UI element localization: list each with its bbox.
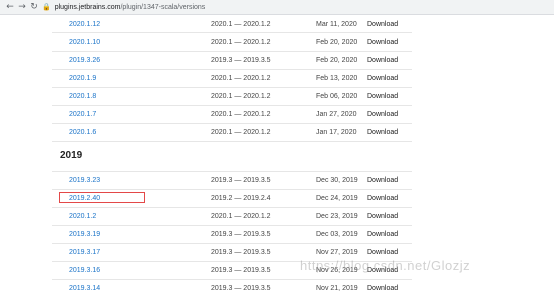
table-row: 2020.1.2 2020.1 — 2020.1.2 Dec 23, 2019 … [52,208,412,225]
version-link[interactable]: 2019.3.14 [69,280,100,297]
release-date: Jan 17, 2020 [316,129,357,136]
version-link[interactable]: 2019.3.26 [69,52,100,69]
download-button[interactable]: Download [367,16,398,33]
section-heading-2019: 2019 [60,150,83,161]
address-bar[interactable]: 🔒 plugins.jetbrains.com/plugin/1347-scala… [42,1,492,13]
highlight-box [59,192,145,203]
compatibility-range: 2019.3 — 2019.3.5 [211,231,271,238]
compatibility-range: 2019.2 — 2019.2.4 [211,195,271,202]
version-link[interactable]: 2020.1.2 [69,208,96,225]
forward-icon[interactable]: → [16,1,28,13]
download-button[interactable]: Download [367,226,398,243]
table-row: 2019.3.26 2019.3 — 2019.3.5 Feb 20, 2020… [52,52,412,69]
version-link[interactable]: 2020.1.7 [69,106,96,123]
download-button[interactable]: Download [367,208,398,225]
release-date: Dec 30, 2019 [316,177,358,184]
download-button[interactable]: Download [367,190,398,207]
row-divider [52,141,412,142]
version-link[interactable]: 2020.1.6 [69,124,96,141]
version-link[interactable]: 2020.1.9 [69,70,96,87]
download-button[interactable]: Download [367,70,398,87]
compatibility-range: 2020.1 — 2020.1.2 [211,111,271,118]
browser-toolbar: ← → ↻ 🔒 plugins.jetbrains.com/plugin/1347… [0,0,554,15]
reload-icon[interactable]: ↻ [28,1,40,13]
compatibility-range: 2019.3 — 2019.3.5 [211,285,271,292]
version-link[interactable]: 2019.3.17 [69,244,100,261]
release-date: Dec 03, 2019 [316,231,358,238]
compatibility-range: 2020.1 — 2020.1.2 [211,213,271,220]
compatibility-range: 2020.1 — 2020.1.2 [211,93,271,100]
compatibility-range: 2019.3 — 2019.3.5 [211,57,271,64]
release-date: Feb 20, 2020 [316,57,358,64]
table-row: 2019.3.23 2019.3 — 2019.3.5 Dec 30, 2019… [52,172,412,189]
version-link[interactable]: 2019.3.16 [69,262,100,279]
download-button[interactable]: Download [367,88,398,105]
release-date: Dec 23, 2019 [316,213,358,220]
download-button[interactable]: Download [367,280,398,297]
watermark-text: https://blog.csdn.net/Glozjz [300,258,471,273]
table-row: 2020.1.10 2020.1 — 2020.1.2 Feb 20, 2020… [52,34,412,51]
table-row: 2020.1.9 2020.1 — 2020.1.2 Feb 13, 2020 … [52,70,412,87]
url-path: /plugin/1347-scala/versions [120,4,206,11]
release-date: Nov 21, 2019 [316,285,358,292]
table-row: 2019.3.19 2019.3 — 2019.3.5 Dec 03, 2019… [52,226,412,243]
table-row: 2019.3.14 2019.3 — 2019.3.5 Nov 21, 2019… [52,280,412,297]
table-row: 2020.1.12 2020.1 — 2020.1.2 Mar 11, 2020… [52,16,412,33]
release-date: Feb 13, 2020 [316,75,358,82]
release-date: Jan 27, 2020 [316,111,357,118]
compatibility-range: 2020.1 — 2020.1.2 [211,75,271,82]
compatibility-range: 2020.1 — 2020.1.2 [211,129,271,136]
release-date: Dec 24, 2019 [316,195,358,202]
compatibility-range: 2019.3 — 2019.3.5 [211,249,271,256]
compatibility-range: 2020.1 — 2020.1.2 [211,39,271,46]
download-button[interactable]: Download [367,172,398,189]
download-button[interactable]: Download [367,124,398,141]
table-row: 2020.1.8 2020.1 — 2020.1.2 Feb 06, 2020 … [52,88,412,105]
version-link[interactable]: 2020.1.12 [69,16,100,33]
lock-icon: 🔒 [42,3,51,11]
version-link[interactable]: 2019.3.23 [69,172,100,189]
compatibility-range: 2020.1 — 2020.1.2 [211,21,271,28]
url-domain: plugins.jetbrains.com [54,4,121,11]
release-date: Feb 20, 2020 [316,39,358,46]
version-link[interactable]: 2019.3.19 [69,226,100,243]
version-link[interactable]: 2020.1.10 [69,34,100,51]
back-icon[interactable]: ← [4,1,16,13]
table-row: 2020.1.6 2020.1 — 2020.1.2 Jan 17, 2020 … [52,124,412,141]
compatibility-range: 2019.3 — 2019.3.5 [211,177,271,184]
download-button[interactable]: Download [367,34,398,51]
compatibility-range: 2019.3 — 2019.3.5 [211,267,271,274]
release-date: Mar 11, 2020 [316,21,357,28]
download-button[interactable]: Download [367,52,398,69]
release-date: Feb 06, 2020 [316,93,358,100]
table-row: 2020.1.7 2020.1 — 2020.1.2 Jan 27, 2020 … [52,106,412,123]
download-button[interactable]: Download [367,106,398,123]
version-link[interactable]: 2020.1.8 [69,88,96,105]
